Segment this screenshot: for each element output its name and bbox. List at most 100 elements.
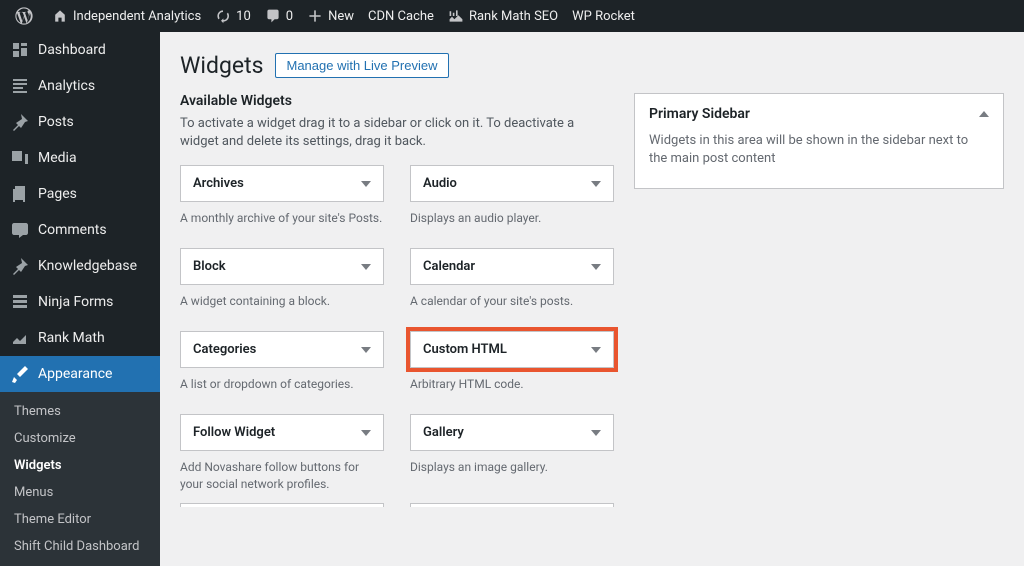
primary-sidebar-area[interactable]: Primary Sidebar Widgets in this area wil… <box>634 93 1004 189</box>
sidebar-item-posts[interactable]: Posts <box>0 104 160 140</box>
sidebar-item-label: Appearance <box>38 366 112 382</box>
sidebar-item-label: Analytics <box>38 78 95 94</box>
updates-link[interactable]: 10 <box>208 0 258 32</box>
new-label: New <box>328 9 354 24</box>
widget-name: Archives <box>193 176 244 191</box>
rank-icon <box>10 328 30 348</box>
available-widgets-title: Available Widgets <box>180 93 614 109</box>
new-link[interactable]: New <box>300 0 361 32</box>
widget-desc: A widget containing a block. <box>180 293 384 321</box>
widget-cell-audio: Audio Displays an audio player. <box>410 165 614 238</box>
submenu-item-shift-child-dashboard[interactable]: Shift Child Dashboard <box>0 533 160 560</box>
widget-desc: Displays an audio player. <box>410 210 614 238</box>
widget-grid: Archives A monthly archive of your site's… <box>180 165 614 507</box>
widget-desc: Displays an image gallery. <box>410 459 614 487</box>
widget-name: Gallery <box>423 425 464 440</box>
sidebar-item-label: Knowledgebase <box>38 258 137 274</box>
admin-toolbar: Independent Analytics 10 0 New CDN Cache… <box>0 0 1024 32</box>
sidebar-item-knowledgebase[interactable]: Knowledgebase <box>0 248 160 284</box>
page-icon <box>10 184 30 204</box>
sidebar-item-media[interactable]: Media <box>0 140 160 176</box>
chevron-down-icon <box>361 347 371 353</box>
page-title: Widgets <box>180 52 263 79</box>
widget-box-custom-html[interactable]: Custom HTML <box>410 331 614 368</box>
sidebar-item-analytics[interactable]: Analytics <box>0 68 160 104</box>
adminbar-item-0[interactable]: CDN Cache <box>361 0 441 32</box>
admin-sidebar: Dashboard Analytics Posts Media Pages Comment… <box>0 32 160 507</box>
live-preview-button[interactable]: Manage with Live Preview <box>275 53 448 78</box>
widget-cell-block: Block A widget containing a block. <box>180 248 384 321</box>
submenu-item-widgets[interactable]: Widgets <box>0 452 160 479</box>
widget-cell-meta: Meta <box>410 503 614 507</box>
chevron-down-icon <box>591 264 601 270</box>
widget-name: Follow Widget <box>193 425 275 440</box>
sidebar-item-appearance[interactable]: Appearance <box>0 356 160 392</box>
primary-sidebar-desc: Widgets in this area will be shown in th… <box>649 132 989 168</box>
widget-cell-archives: Archives A monthly archive of your site's… <box>180 165 384 238</box>
widget-cell-follow-widget: Follow WidgetAdd Novashare follow button… <box>180 414 384 493</box>
sidebar-item-pages[interactable]: Pages <box>0 176 160 212</box>
main-content: Widgets Manage with Live Preview Availab… <box>160 32 1024 507</box>
updates-count: 10 <box>236 9 251 24</box>
wp-logo[interactable] <box>8 0 45 32</box>
widget-box-gallery[interactable]: Gallery <box>410 414 614 451</box>
widget-box-archives[interactable]: Archives <box>180 165 384 202</box>
widget-box-image[interactable]: Image <box>180 503 384 507</box>
widgets-columns: Available Widgets To activate a widget d… <box>180 93 1004 507</box>
comments-count: 0 <box>286 9 293 24</box>
sidebar-item-label: Posts <box>38 114 74 130</box>
widget-name: Custom HTML <box>423 342 507 357</box>
widget-cell-categories: Categories A list or dropdown of categori… <box>180 331 384 404</box>
widget-cell-custom-html: Custom HTML Arbitrary HTML code. <box>410 331 614 404</box>
widget-name: Categories <box>193 342 256 357</box>
sidebar-item-dashboard[interactable]: Dashboard <box>0 32 160 68</box>
widget-name: Block <box>193 259 226 274</box>
widget-cell-calendar: Calendar A calendar of your site's posts. <box>410 248 614 321</box>
forms-icon <box>10 292 30 312</box>
dashboard-icon <box>10 40 30 60</box>
comments-link[interactable]: 0 <box>258 0 300 32</box>
sidebar-item-label: Pages <box>38 186 77 202</box>
widget-desc: Arbitrary HTML code. <box>410 376 614 404</box>
site-link[interactable]: Independent Analytics <box>45 0 208 32</box>
main-container: Dashboard Analytics Posts Media Pages Comment… <box>0 32 1024 507</box>
chevron-down-icon <box>361 430 371 436</box>
brush-icon <box>10 364 30 384</box>
submenu-item-customize[interactable]: Customize <box>0 425 160 452</box>
submenu-item-theme-editor[interactable]: Theme Editor <box>0 506 160 533</box>
primary-sidebar-header[interactable]: Primary Sidebar <box>649 106 989 122</box>
sidebar-item-rank-math[interactable]: Rank Math <box>0 320 160 356</box>
pin-icon <box>10 112 30 132</box>
analytics-icon <box>10 76 30 96</box>
widget-name: Calendar <box>423 259 475 274</box>
primary-sidebar-title: Primary Sidebar <box>649 106 750 122</box>
chevron-down-icon <box>361 181 371 187</box>
widget-box-block[interactable]: Block <box>180 248 384 285</box>
widget-box-audio[interactable]: Audio <box>410 165 614 202</box>
sidebar-item-label: Media <box>38 150 77 166</box>
sidebar-item-ninja-forms[interactable]: Ninja Forms <box>0 284 160 320</box>
widget-box-categories[interactable]: Categories <box>180 331 384 368</box>
widget-name: Audio <box>423 176 457 191</box>
sidebar-item-comments[interactable]: Comments <box>0 212 160 248</box>
site-name-label: Independent Analytics <box>73 9 201 24</box>
widget-desc: A calendar of your site's posts. <box>410 293 614 321</box>
page-heading-row: Widgets Manage with Live Preview <box>180 52 1004 79</box>
submenu-item-themes[interactable]: Themes <box>0 398 160 425</box>
submenu-item-menus[interactable]: Menus <box>0 479 160 506</box>
chevron-down-icon <box>361 264 371 270</box>
adminbar-item-1[interactable]: Rank Math SEO <box>441 0 565 32</box>
widget-box-calendar[interactable]: Calendar <box>410 248 614 285</box>
widget-desc: A monthly archive of your site's Posts. <box>180 210 384 238</box>
chevron-down-icon <box>591 181 601 187</box>
widget-cell-gallery: Gallery Displays an image gallery. <box>410 414 614 493</box>
sidebar-drop-column: Primary Sidebar Widgets in this area wil… <box>634 93 1004 507</box>
chevron-up-icon <box>979 111 989 117</box>
chevron-down-icon <box>591 347 601 353</box>
pin-icon <box>10 256 30 276</box>
widget-cell-image: Image <box>180 503 384 507</box>
widget-box-meta[interactable]: Meta <box>410 503 614 507</box>
adminbar-item-2[interactable]: WP Rocket <box>565 0 642 32</box>
widget-box-follow-widget[interactable]: Follow Widget <box>180 414 384 451</box>
widget-desc: A list or dropdown of categories. <box>180 376 384 404</box>
